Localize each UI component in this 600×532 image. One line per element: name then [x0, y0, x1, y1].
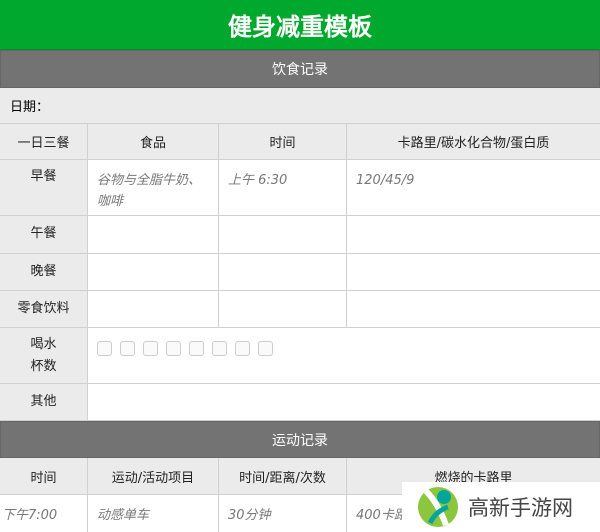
time-cell[interactable] [219, 254, 347, 290]
watermark-logo-icon [418, 487, 458, 527]
water-cup-checkbox[interactable] [97, 341, 112, 356]
table-row: 晚餐 [0, 254, 600, 291]
col-activity: 运动/活动项目 [88, 458, 219, 494]
water-cup-checkbox[interactable] [189, 341, 204, 356]
other-label: 其他 [0, 384, 88, 420]
nutrition-cell[interactable] [347, 254, 600, 290]
diet-section-header: 饮食记录 [0, 50, 600, 88]
date-field[interactable]: 日期： [0, 88, 600, 124]
water-cup-checkbox[interactable] [212, 341, 227, 356]
food-cell[interactable]: 谷物与全脂牛奶、咖啡 [88, 160, 219, 215]
time-cell[interactable] [219, 216, 347, 253]
col-time: 时间 [219, 124, 347, 159]
meal-label: 零食饮料 [0, 291, 88, 327]
water-cup-checkbox[interactable] [143, 341, 158, 356]
water-label: 喝水杯数 [0, 328, 88, 383]
meal-label: 早餐 [0, 160, 88, 215]
food-cell[interactable] [88, 216, 219, 253]
table-row: 早餐 谷物与全脂牛奶、咖啡 上午 6:30 120/45/9 [0, 160, 600, 216]
other-cell[interactable] [88, 384, 600, 420]
col-ex-time: 时间 [0, 458, 88, 494]
nutrition-cell[interactable]: 120/45/9 [347, 160, 600, 215]
table-row: 午餐 [0, 216, 600, 254]
activity-cell[interactable]: 动感单车 [88, 495, 219, 532]
amount-cell[interactable]: 30分钟 [219, 495, 347, 532]
time-cell[interactable] [219, 291, 347, 327]
watermark: 高新手游网 [402, 482, 600, 532]
col-food: 食品 [88, 124, 219, 159]
watermark-text: 高新手游网 [468, 496, 573, 520]
other-row: 其他 [0, 384, 600, 421]
diet-header-row: 一日三餐 食品 时间 卡路里/碳水化合物/蛋白质 [0, 124, 600, 160]
food-cell[interactable] [88, 254, 219, 290]
time-cell[interactable]: 上午 6:30 [219, 160, 347, 215]
water-cup-checkbox[interactable] [120, 341, 135, 356]
meal-label: 午餐 [0, 216, 88, 253]
table-row: 零食饮料 [0, 291, 600, 328]
nutrition-cell[interactable] [347, 291, 600, 327]
food-cell[interactable] [88, 291, 219, 327]
meal-label: 晚餐 [0, 254, 88, 290]
water-cup-checkbox[interactable] [235, 341, 250, 356]
water-cup-checkbox[interactable] [258, 341, 273, 356]
exercise-section-header: 运动记录 [0, 421, 600, 458]
col-nutrition: 卡路里/碳水化合物/蛋白质 [347, 124, 600, 159]
water-cup-checkbox[interactable] [166, 341, 181, 356]
col-meal: 一日三餐 [0, 124, 88, 159]
date-label: 日期： [10, 100, 50, 115]
water-row: 喝水杯数 [0, 328, 600, 384]
col-amount: 时间/距离/次数 [219, 458, 347, 494]
water-cups [88, 328, 600, 383]
page-title: 健身减重模板 [0, 0, 600, 50]
nutrition-cell[interactable] [347, 216, 600, 253]
ex-time-cell[interactable]: 下午7:00 [0, 495, 88, 532]
